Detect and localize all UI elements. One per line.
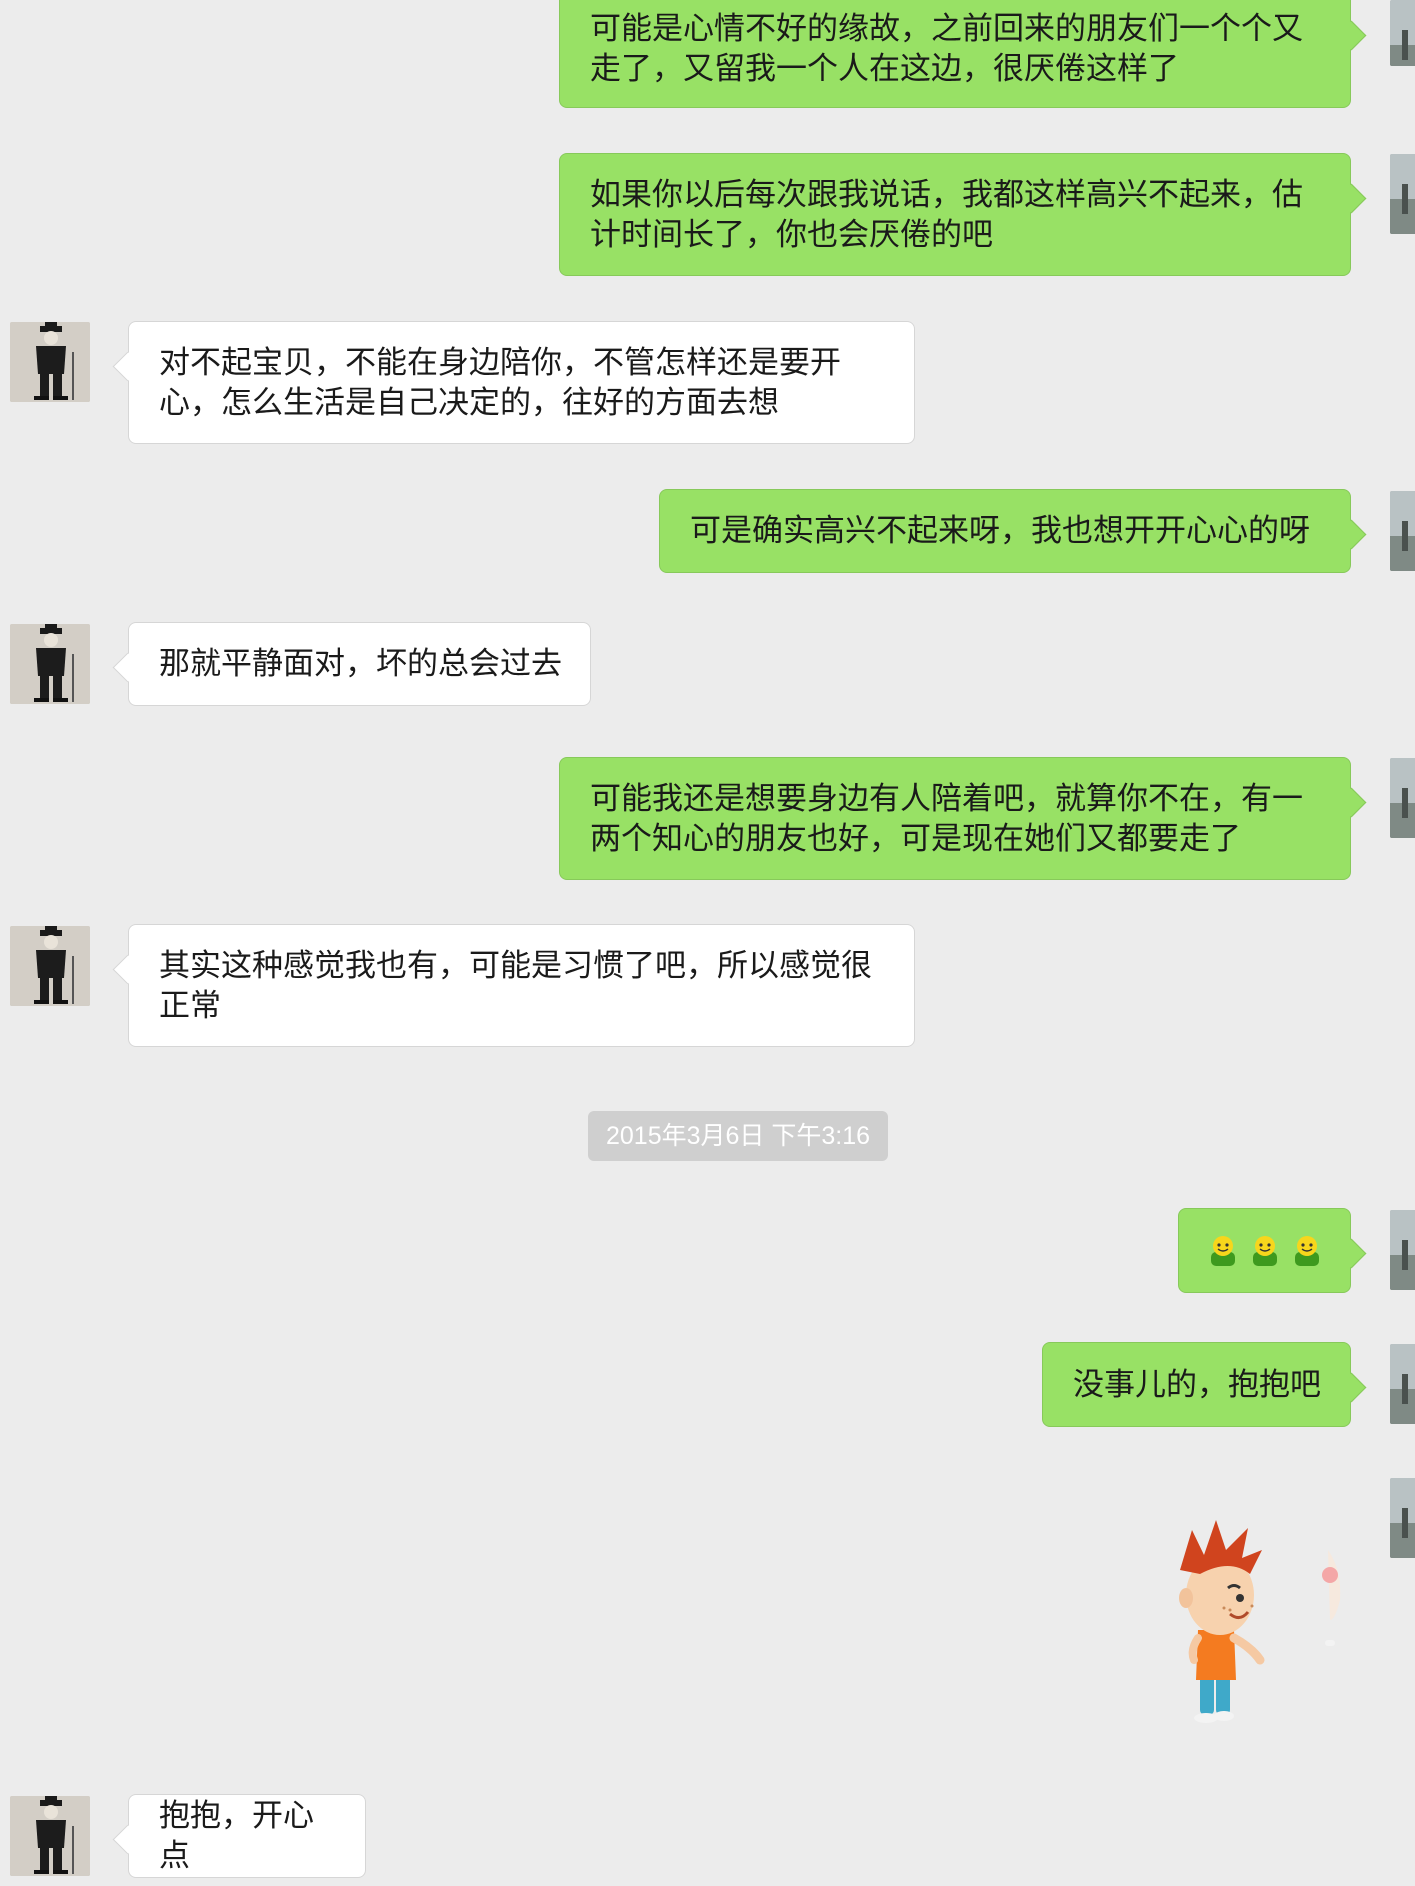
timestamp-divider: 2015年3月6日 下午3:16: [588, 1111, 888, 1161]
message-text: 其实这种感觉我也有，可能是习惯了吧，所以感觉很正常: [159, 947, 872, 1024]
message-bubble-received[interactable]: 其实这种感觉我也有，可能是习惯了吧，所以感觉很正常: [128, 924, 915, 1047]
landscape-avatar-icon: [1390, 1344, 1415, 1424]
message-bubble-sent[interactable]: 可是确实高兴不起来呀，我也想开开心心的呀: [659, 489, 1351, 573]
message-bubble-received[interactable]: 对不起宝贝，不能在身边陪你，不管怎样还是要开心，怎么生活是自己决定的，往好的方面…: [128, 321, 915, 444]
my-avatar[interactable]: [1390, 1210, 1415, 1290]
my-avatar[interactable]: [1390, 154, 1415, 234]
my-avatar[interactable]: [1390, 758, 1415, 838]
my-avatar[interactable]: [1390, 491, 1415, 571]
message-bubble-sent[interactable]: 可能是心情不好的缘故，之前回来的朋友们一个个又走了，又留我一个人在这边，很厌倦这…: [559, 0, 1351, 108]
landscape-avatar-icon: [1390, 491, 1415, 571]
message-text: 没事儿的，抱抱吧: [1073, 1366, 1321, 1403]
landscape-avatar-icon: [1390, 154, 1415, 234]
person-in-suit-avatar-icon: [10, 322, 90, 402]
contact-avatar[interactable]: [10, 624, 90, 704]
landscape-avatar-icon: [1390, 0, 1415, 66]
smiley-green-icon: [1294, 1235, 1319, 1266]
landscape-avatar-icon: [1390, 758, 1415, 838]
message-bubble-received[interactable]: 抱抱，开心点: [128, 1794, 366, 1878]
person-in-suit-avatar-icon: [10, 926, 90, 1006]
smiley-green-icon: [1252, 1235, 1277, 1266]
boy-cartoon-icon: [1179, 1520, 1341, 1723]
person-in-suit-avatar-icon: [10, 1796, 90, 1876]
message-text: 可能是心情不好的缘故，之前回来的朋友们一个个又走了，又留我一个人在这边，很厌倦这…: [590, 11, 1303, 87]
landscape-avatar-icon: [1390, 1210, 1415, 1290]
message-text: 对不起宝贝，不能在身边陪你，不管怎样还是要开心，怎么生活是自己决定的，往好的方面…: [159, 344, 841, 421]
message-text: 抱抱，开心点: [159, 1798, 314, 1874]
hug-cartoon-sticker[interactable]: [1170, 1510, 1345, 1725]
smiley-green-icon: [1210, 1235, 1235, 1266]
message-text: 如果你以后每次跟我说话，我都这样高兴不起来，估计时间长了，你也会厌倦的吧: [590, 176, 1303, 253]
my-avatar[interactable]: [1390, 1344, 1415, 1424]
message-text: 那就平静面对，坏的总会过去: [159, 646, 562, 682]
contact-avatar[interactable]: [10, 1796, 90, 1876]
message-bubble-sent[interactable]: 没事儿的，抱抱吧: [1042, 1342, 1351, 1427]
message-text: 可能我还是想要身边有人陪着吧，就算你不在，有一两个知心的朋友也好，可是现在她们又…: [590, 780, 1303, 857]
contact-avatar[interactable]: [10, 322, 90, 402]
my-avatar[interactable]: [1390, 0, 1415, 66]
message-bubble-sent-emoji[interactable]: [1178, 1208, 1351, 1293]
landscape-avatar-icon: [1390, 1478, 1415, 1558]
my-avatar[interactable]: [1390, 1478, 1415, 1558]
message-text: 可是确实高兴不起来呀，我也想开开心心的呀: [690, 513, 1310, 549]
message-bubble-sent[interactable]: 可能我还是想要身边有人陪着吧，就算你不在，有一两个知心的朋友也好，可是现在她们又…: [559, 757, 1351, 880]
message-bubble-received[interactable]: 那就平静面对，坏的总会过去: [128, 622, 591, 706]
contact-avatar[interactable]: [10, 926, 90, 1006]
person-in-suit-avatar-icon: [10, 624, 90, 704]
message-bubble-sent[interactable]: 如果你以后每次跟我说话，我都这样高兴不起来，估计时间长了，你也会厌倦的吧: [559, 153, 1351, 276]
